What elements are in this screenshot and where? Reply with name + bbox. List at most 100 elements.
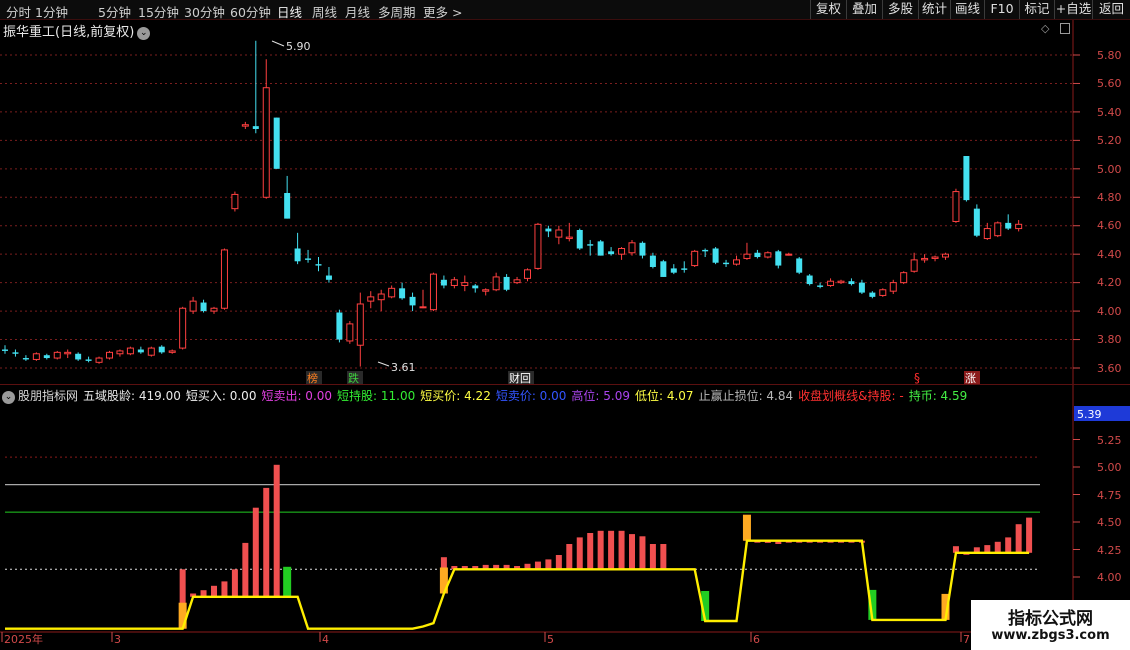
- candle: [126, 346, 134, 356]
- candle-body: [524, 269, 531, 279]
- candle: [848, 278, 855, 286]
- candle: [325, 266, 332, 283]
- legend-cash: 持币: 4.59: [908, 389, 968, 403]
- candle-body: [681, 268, 688, 270]
- candle: [754, 249, 761, 259]
- candle-body: [963, 156, 970, 201]
- legend-sell-price: 短卖价: 0.00: [495, 389, 567, 403]
- candle: [555, 225, 563, 245]
- candle-body: [670, 268, 677, 273]
- indicator-bar: [639, 536, 646, 570]
- legend-stop: 止赢止损位: 4.84: [698, 389, 794, 403]
- high-pointer: [271, 40, 285, 47]
- candle: [775, 249, 782, 269]
- candle-body: [806, 275, 813, 285]
- candle: [284, 175, 291, 219]
- candle-body: [158, 346, 165, 353]
- candle: [85, 356, 92, 363]
- event-marker-rank: 榜: [307, 371, 318, 385]
- candle-body: [869, 292, 876, 297]
- candle-body: [2, 349, 8, 351]
- candle-body: [315, 264, 322, 266]
- price-grid: [0, 54, 1080, 369]
- candle: [973, 204, 980, 238]
- price-tick: 5.20: [1097, 134, 1122, 147]
- chevron-down-icon[interactable]: ⌄: [2, 391, 15, 404]
- candle-body: [252, 126, 259, 129]
- indicator-bar: [566, 544, 573, 570]
- candle-body: [503, 276, 510, 290]
- candle: [1015, 220, 1023, 232]
- x-axis: 2025年 3 4 5 6 7: [1, 632, 970, 646]
- low-label: 3.61: [391, 361, 416, 374]
- candle: [32, 352, 40, 361]
- candle: [336, 309, 343, 343]
- candle-body: [95, 357, 103, 363]
- candle: [534, 222, 542, 270]
- x-label: 7: [963, 633, 970, 646]
- candle: [660, 259, 667, 277]
- candle-body: [147, 347, 155, 356]
- indicator-tick: 4.00: [1097, 571, 1122, 584]
- candle: [200, 299, 207, 313]
- candle: [712, 247, 719, 265]
- candle-body: [450, 279, 458, 286]
- indicator-bar: [263, 487, 270, 597]
- indicator-bar: [211, 585, 217, 597]
- candle: [618, 247, 626, 260]
- x-label: 2025年: [4, 632, 43, 646]
- candle-body: [106, 351, 113, 359]
- price-tick: 4.20: [1097, 276, 1122, 289]
- candle-body: [336, 312, 343, 340]
- candle-body: [649, 255, 656, 267]
- candle-body: [409, 296, 416, 306]
- candle: [681, 261, 688, 273]
- candle: [817, 282, 824, 289]
- candle: [576, 228, 583, 250]
- candle-body: [399, 288, 406, 299]
- candle: [837, 279, 845, 285]
- indicator-tick: 4.50: [1097, 516, 1122, 529]
- candle: [994, 221, 1002, 238]
- candle: [879, 288, 887, 297]
- candle-body: [241, 124, 249, 127]
- candle: [95, 356, 103, 364]
- candles: [2, 40, 1023, 367]
- candle-body: [628, 242, 636, 254]
- candle-body: [639, 242, 646, 256]
- candle: [262, 59, 270, 199]
- candle: [587, 239, 594, 256]
- candle: [12, 349, 19, 357]
- candle: [503, 274, 510, 292]
- legend-high: 高位: 5.09: [571, 389, 630, 403]
- candle: [545, 225, 552, 238]
- chart-canvas[interactable]: 5.80 5.60 5.40 5.20 5.00 4.80 4.60 4.40 …: [0, 0, 1130, 650]
- candle: [241, 121, 249, 129]
- candle: [294, 232, 301, 265]
- candle-body: [116, 350, 124, 355]
- candle: [1005, 214, 1012, 230]
- candle-body: [910, 259, 918, 272]
- candle-body: [284, 193, 291, 219]
- indicator-tick: 5.00: [1097, 461, 1122, 474]
- candle: [472, 284, 479, 293]
- indicator-bar: [252, 507, 259, 597]
- candle: [168, 349, 176, 354]
- price-tick: 5.60: [1097, 77, 1122, 90]
- candle: [931, 255, 939, 262]
- candle: [597, 239, 604, 256]
- candle-body: [597, 241, 604, 256]
- candle-body: [231, 193, 239, 210]
- candle-body: [126, 347, 134, 355]
- candle-body: [743, 253, 751, 259]
- event-marker-financial: 财回: [509, 371, 531, 385]
- event-marker-section: §: [914, 371, 920, 385]
- candle: [482, 288, 490, 296]
- candle: [492, 272, 500, 292]
- candle: [367, 291, 375, 309]
- panel-divider: [0, 384, 1130, 385]
- candle-body: [702, 249, 709, 252]
- indicator-axis: 5.25 5.00 4.75 4.50 4.25 4.00: [1097, 434, 1122, 584]
- candle: [608, 247, 615, 256]
- indicator-bar: [629, 534, 635, 570]
